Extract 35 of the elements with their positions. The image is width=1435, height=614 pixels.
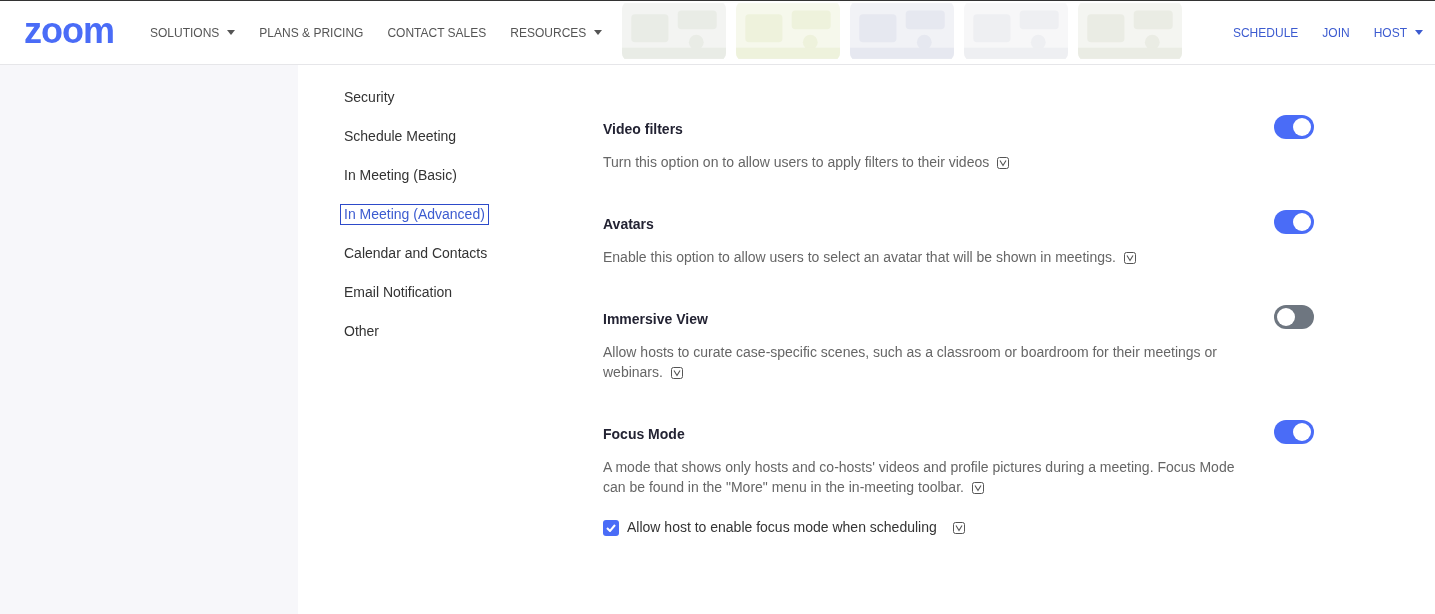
version-badge-icon	[952, 521, 965, 534]
setting-description: Allow hosts to curate case-specific scenes, such as a classroom or boardroom for their meetings or webinars.	[603, 343, 1218, 382]
toggle-switch[interactable]	[1274, 210, 1314, 234]
toggle-switch[interactable]	[1274, 420, 1314, 444]
setting-title: Video filters	[603, 120, 684, 139]
checkbox[interactable]	[603, 519, 619, 536]
toggle-switch[interactable]	[1274, 115, 1314, 139]
setting-description: A mode that shows only hosts and co-hosts' videos and profile pictures during a meeting. Focus Mode can be found in the "More" menu in the in-meeting toolbar.	[603, 458, 1236, 497]
nav-link[interactable]: CONTACT SALES	[387, 23, 487, 42]
version-badge-icon	[670, 367, 683, 379]
checkmark-icon	[606, 523, 616, 532]
nav-link[interactable]: RESOURCES	[510, 23, 603, 42]
nav-link[interactable]: HOST	[1373, 23, 1423, 42]
logo[interactable]: zoom	[24, 12, 114, 49]
sidebar-item[interactable]: Security	[340, 87, 399, 108]
version-badge-icon	[1123, 252, 1136, 264]
setting-title: Focus Mode	[603, 425, 686, 444]
sidebar-item[interactable]: Schedule Meeting	[340, 126, 461, 147]
sidebar-item[interactable]: Other	[340, 321, 383, 342]
version-badge-icon	[997, 157, 1010, 169]
nav-link[interactable]: SOLUTIONS	[150, 23, 236, 42]
setting-title: Avatars	[603, 215, 655, 234]
sidebar-item[interactable]: In Meeting (Advanced)	[340, 204, 489, 225]
setting-title: Immersive View	[603, 310, 709, 329]
sidebar-item[interactable]: Email Notification	[340, 282, 457, 303]
nav-link[interactable]: JOIN	[1322, 23, 1350, 42]
sidebar-item[interactable]: In Meeting (Basic)	[340, 165, 461, 186]
nav-link[interactable]: SCHEDULE	[1232, 23, 1299, 42]
setting-description: Enable this option to allow users to select an avatar that will be shown in meetings.	[603, 247, 1250, 267]
sidebar-item[interactable]: Calendar and Contacts	[340, 243, 492, 264]
toggle-switch[interactable]	[1274, 305, 1314, 329]
nav-link[interactable]: PLANS & PRICING	[259, 23, 364, 42]
setting-description: Turn this option on to allow users to apply filters to their videos	[603, 152, 1250, 172]
version-badge-icon	[971, 482, 984, 494]
checkbox-label: Allow host to enable focus mode when scheduling	[627, 518, 937, 537]
